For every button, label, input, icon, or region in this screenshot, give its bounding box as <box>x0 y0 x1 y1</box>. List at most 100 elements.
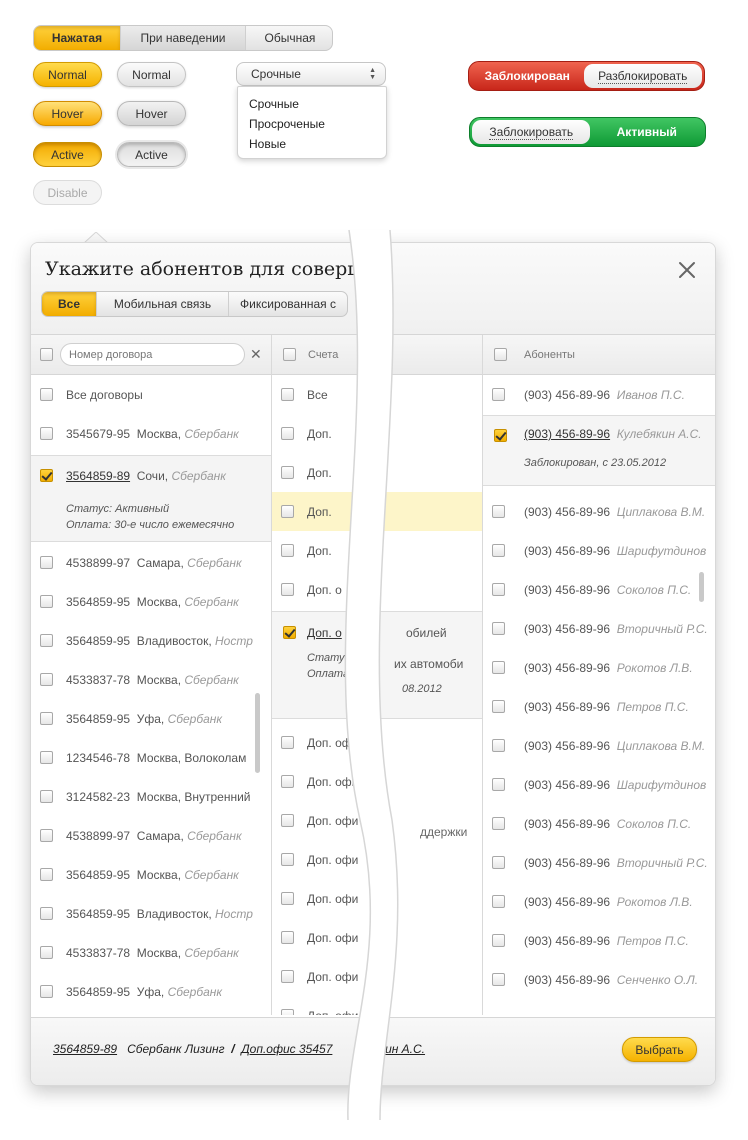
checkbox[interactable] <box>281 466 294 479</box>
checkbox[interactable] <box>492 505 505 518</box>
dropdown-option[interactable]: Новые <box>238 136 386 156</box>
checkbox[interactable] <box>492 895 505 908</box>
list-item[interactable]: (903) 456-89-96 Вторичный Р.С. <box>483 609 715 648</box>
checkbox[interactable] <box>281 775 294 788</box>
list-item[interactable]: Доп. офи <box>272 723 482 762</box>
select-button[interactable]: Выбрать <box>622 1037 697 1062</box>
selected-contract[interactable]: 3564859-89 Сочи, Сбербанк Статус: Активн… <box>31 455 271 542</box>
checkbox[interactable] <box>40 673 53 686</box>
checkbox[interactable] <box>40 634 53 647</box>
subscribers-scrollbar[interactable] <box>699 572 704 602</box>
list-item[interactable]: (903) 456-89-96 Иванов П.С. <box>483 375 715 414</box>
yellow-normal-button[interactable]: Normal <box>33 62 102 87</box>
checkbox[interactable] <box>281 388 294 401</box>
checkbox[interactable] <box>281 931 294 944</box>
selected-account[interactable]: Доп. о обилей Статус Оплата: их автомоби… <box>272 611 482 719</box>
list-item[interactable]: 1234546-78 Москва, Волоколам <box>31 738 271 777</box>
list-item[interactable]: (903) 456-89-96 Рокотов Л.В. <box>483 648 715 687</box>
checkbox-checked[interactable] <box>494 429 507 442</box>
yellow-hover-button[interactable]: Hover <box>33 101 102 126</box>
segment-hover[interactable]: При наведении <box>121 26 246 50</box>
subscribers-select-all-checkbox[interactable] <box>494 348 507 361</box>
checkbox[interactable] <box>492 544 505 557</box>
list-item[interactable]: (903) 456-89-96 Циплакова В.М. <box>483 492 715 531</box>
list-item[interactable]: 3564859-95 Владивосток, Ностр <box>31 894 271 933</box>
list-item[interactable]: 4538899-97 Самара, Сбербанк <box>31 543 271 582</box>
checkbox[interactable] <box>281 892 294 905</box>
list-item[interactable]: Доп. офи <box>272 879 482 918</box>
tab-fixed[interactable]: Фиксированная с <box>229 292 347 316</box>
gray-hover-button[interactable]: Hover <box>117 101 186 126</box>
list-item[interactable]: 3564859-95 Уфа, Сбербанк <box>31 699 271 738</box>
checkbox[interactable] <box>40 427 53 440</box>
segment-pressed[interactable]: Нажатая <box>34 26 121 50</box>
checkbox[interactable] <box>492 700 505 713</box>
contract-search-input[interactable]: Номер договора <box>60 343 245 366</box>
list-item[interactable]: 3564859-95 Москва, Сбербанк <box>31 855 271 894</box>
list-item[interactable]: 3564859-95 Уфа, Сбербанк <box>31 972 271 1011</box>
list-item[interactable]: Доп. офи <box>272 996 482 1015</box>
checkbox[interactable] <box>492 661 505 674</box>
checkbox[interactable] <box>281 505 294 518</box>
list-item[interactable]: Доп. <box>272 414 482 453</box>
list-item[interactable]: (903) 456-89-96 Шарифутдинов <box>483 765 715 804</box>
list-item-highlighted[interactable]: Доп. <box>272 492 482 531</box>
checkbox[interactable] <box>40 388 53 401</box>
checkbox[interactable] <box>40 751 53 764</box>
list-item[interactable]: 3124582-23 Москва, Внутренний <box>31 777 271 816</box>
checkbox[interactable] <box>492 739 505 752</box>
checkbox[interactable] <box>40 985 53 998</box>
yellow-active-button[interactable]: Active <box>33 142 102 167</box>
checkbox[interactable] <box>281 970 294 983</box>
close-icon[interactable] <box>676 259 698 281</box>
gray-active-button[interactable]: Active <box>117 142 186 167</box>
active-toggle[interactable]: Заблокировать Активный <box>469 117 706 147</box>
list-item[interactable]: Все договоры <box>31 375 271 414</box>
checkbox[interactable] <box>40 868 53 881</box>
list-item[interactable]: (903) 456-89-96 Сенченко О.Л. <box>483 960 715 999</box>
unblock-button[interactable]: Разблокировать <box>583 64 702 88</box>
checkbox[interactable] <box>281 583 294 596</box>
selected-subscriber[interactable]: (903) 456-89-96 Кулебякин А.С. Заблокиро… <box>483 415 715 486</box>
list-item[interactable]: (903) 456-89-96 Соколов П.С. <box>483 570 715 609</box>
checkbox[interactable] <box>281 853 294 866</box>
checkbox[interactable] <box>40 907 53 920</box>
list-item[interactable]: Доп. <box>272 453 482 492</box>
tab-all[interactable]: Все <box>42 292 97 316</box>
list-item[interactable]: (903) 456-89-96 Циплакова В.М. <box>483 726 715 765</box>
checkbox[interactable] <box>492 583 505 596</box>
checkbox-checked[interactable] <box>283 626 296 639</box>
list-item[interactable]: 3545679-95 Москва, Сбербанк <box>31 414 271 453</box>
list-item[interactable]: Доп. офи <box>272 762 482 801</box>
list-item[interactable]: Доп. <box>272 531 482 570</box>
list-item[interactable]: (903) 456-89-96 Шарифутдинов <box>483 531 715 570</box>
block-button[interactable]: Заблокировать <box>472 120 591 144</box>
checkbox[interactable] <box>492 817 505 830</box>
checkbox[interactable] <box>281 814 294 827</box>
accounts-select-all-checkbox[interactable] <box>283 348 296 361</box>
tab-mobile[interactable]: Мобильная связь <box>97 292 229 316</box>
list-item[interactable]: (903) 456-89-96 Петров П.С. <box>483 921 715 960</box>
list-item[interactable]: Доп. о <box>272 570 482 609</box>
dropdown-option[interactable]: Просроченые <box>238 116 386 136</box>
list-item[interactable]: 3564859-95 Владивосток, Ностр <box>31 621 271 660</box>
checkbox[interactable] <box>281 544 294 557</box>
list-item[interactable]: Доп. офи <box>272 840 482 879</box>
checkbox[interactable] <box>40 712 53 725</box>
checkbox[interactable] <box>40 946 53 959</box>
list-item[interactable]: (903) 456-89-96 Рокотов Л.В. <box>483 882 715 921</box>
contracts-select-all-checkbox[interactable] <box>40 348 53 361</box>
list-item[interactable]: (903) 456-89-96 Соколов П.С. <box>483 804 715 843</box>
checkbox[interactable] <box>40 595 53 608</box>
list-item[interactable]: (903) 456-89-96 Петров П.С. <box>483 687 715 726</box>
list-item[interactable]: 4533837-78 Москва, Сбербанк <box>31 933 271 972</box>
checkbox[interactable] <box>492 934 505 947</box>
checkbox[interactable] <box>492 622 505 635</box>
segment-normal[interactable]: Обычная <box>246 26 332 50</box>
checkbox[interactable] <box>492 856 505 869</box>
list-item[interactable]: Доп. офи <box>272 918 482 957</box>
list-item[interactable]: Доп. офи <box>272 957 482 996</box>
checkbox[interactable] <box>40 556 53 569</box>
checkbox[interactable] <box>40 829 53 842</box>
checkbox[interactable] <box>281 736 294 749</box>
